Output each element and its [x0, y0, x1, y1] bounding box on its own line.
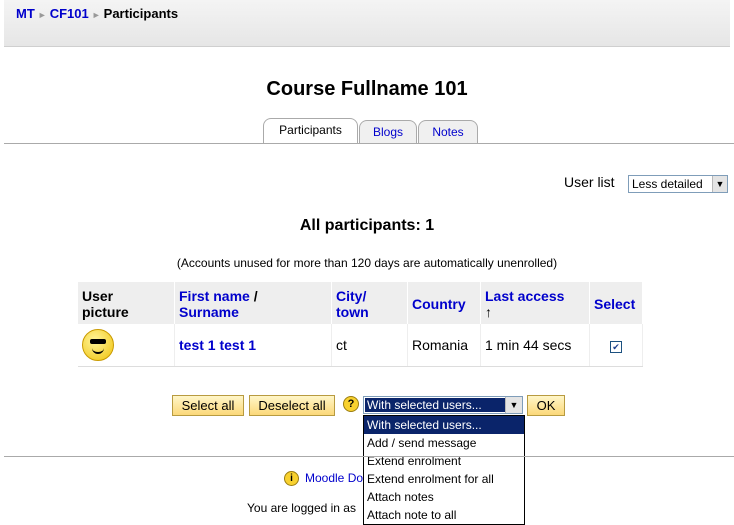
sort-last-access-link[interactable]: Last access — [485, 288, 564, 304]
user-city-cell: ct — [331, 324, 408, 367]
moodle-docs-link[interactable]: Moodle Do — [305, 471, 363, 485]
user-select-cell: ✔ — [589, 324, 643, 367]
login-info: You are logged in as — [247, 501, 356, 515]
sort-select-link[interactable]: Select — [594, 296, 635, 312]
table-row: test 1 test 1 ct Romania 1 min 44 secs ✔ — [78, 324, 643, 367]
header-name: First name / Surname — [174, 282, 332, 324]
menu-item-with-selected[interactable]: With selected users... — [364, 416, 524, 434]
with-selected-value: With selected users... — [365, 398, 505, 412]
user-picture-cell — [78, 324, 175, 367]
footer-divider — [4, 456, 734, 457]
header-select: Select — [589, 282, 643, 324]
user-country-cell: Romania — [407, 324, 481, 367]
sort-firstname-link[interactable]: First name — [179, 288, 250, 304]
with-selected-dropdown-menu: With selected users... Add / send messag… — [363, 415, 525, 525]
chevron-down-icon[interactable]: ▼ — [505, 397, 522, 413]
header-last-access: Last access ↑ — [480, 282, 590, 324]
info-icon: i — [284, 471, 299, 487]
user-list-selected-value: Less detailed — [632, 177, 703, 191]
user-list-select[interactable]: Less detailed ▼ — [628, 175, 728, 193]
breadcrumb: MT ► CF101 ► Participants — [16, 6, 178, 21]
user-list-label: User list — [564, 174, 615, 190]
header-city: City/town — [331, 282, 408, 324]
menu-item-attach-notes[interactable]: Attach notes — [364, 488, 524, 506]
tab-baseline — [4, 143, 734, 144]
menu-item-extend-enrolment-all[interactable]: Extend enrolment for all — [364, 470, 524, 488]
navigation-bar: MT ► CF101 ► Participants — [4, 0, 730, 47]
participants-table: User picture First name / Surname City/tow… — [78, 282, 643, 367]
sort-country-link[interactable]: Country — [412, 296, 466, 312]
menu-item-send-message[interactable]: Add / send message — [364, 434, 524, 452]
avatar[interactable] — [82, 329, 114, 361]
menu-item-extend-enrolment[interactable]: Extend enrolment — [364, 452, 524, 470]
deselect-all-button[interactable]: Deselect all — [249, 395, 335, 416]
menu-item-attach-note-all[interactable]: Attach note to all — [364, 506, 524, 524]
header-country: Country — [407, 282, 481, 324]
help-icon[interactable]: ? — [343, 396, 359, 412]
sort-surname-link[interactable]: Surname — [179, 304, 239, 320]
select-user-checkbox[interactable]: ✔ — [610, 341, 622, 353]
tab-notes[interactable]: Notes — [418, 120, 478, 143]
tab-participants[interactable]: Participants — [263, 118, 358, 143]
user-name-link[interactable]: test 1 test 1 — [179, 337, 256, 353]
user-last-access-cell: 1 min 44 secs — [480, 324, 590, 367]
sort-arrow-icon: ↑ — [485, 304, 492, 320]
chevron-down-icon[interactable]: ▼ — [712, 176, 727, 192]
breadcrumb-link-course[interactable]: CF101 — [50, 6, 89, 21]
page-title: Course Fullname 101 — [266, 78, 468, 100]
sort-city-link[interactable]: City/town — [336, 288, 369, 320]
unenrol-note: (Accounts unused for more than 120 days … — [176, 256, 558, 270]
breadcrumb-separator-icon: ► — [37, 10, 47, 20]
breadcrumb-current: Participants — [103, 6, 179, 21]
with-selected-select[interactable]: With selected users... ▼ — [363, 396, 523, 414]
breadcrumb-separator-icon: ► — [91, 10, 101, 20]
ok-button[interactable]: OK — [527, 395, 565, 416]
tab-blogs[interactable]: Blogs — [359, 120, 417, 143]
docs-link-row: i Moodle Do — [284, 471, 363, 487]
user-name-cell: test 1 test 1 — [174, 324, 332, 367]
select-all-button[interactable]: Select all — [172, 395, 244, 416]
header-user-picture: User picture — [78, 282, 175, 324]
table-header-row: User picture First name / Surname City/tow… — [78, 282, 643, 324]
participants-heading: All participants: 1 — [299, 217, 435, 234]
breadcrumb-link-site[interactable]: MT — [16, 6, 35, 21]
